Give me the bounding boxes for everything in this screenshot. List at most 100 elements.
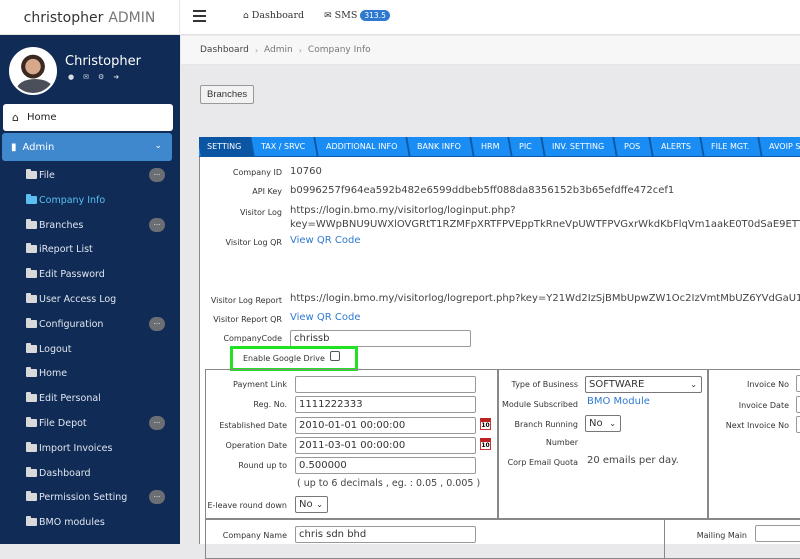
tab-label: BANK INFO bbox=[416, 142, 461, 151]
sidebar-item-edit-password[interactable]: Edit Password bbox=[0, 262, 180, 286]
company-id-label: Company ID bbox=[232, 168, 282, 177]
more-badge-icon[interactable]: ... bbox=[149, 218, 165, 232]
eleave-round-down-select[interactable]: No ⌄ bbox=[295, 496, 328, 513]
sidebar: Christopher ● ✉ ⚙ ➜ ⌂ Home ▮ Admin ⌄ Fil… bbox=[0, 35, 180, 544]
folder-open-icon bbox=[26, 417, 37, 427]
invoice-no-input[interactable] bbox=[796, 375, 800, 392]
sidebar-item-company-info[interactable]: Company Info bbox=[0, 188, 180, 212]
eleave-round-down-value: No bbox=[299, 499, 313, 510]
gear-icon[interactable]: ⚙ bbox=[98, 73, 104, 81]
invoice-date-input[interactable] bbox=[796, 396, 800, 413]
operation-date-label: Operation Date bbox=[225, 441, 287, 450]
visitor-log-url-line2: key=WWpBNU9UWXlOVGRtT1RZMFpXRTFPVEppTkRn… bbox=[290, 219, 800, 230]
sign-out-icon[interactable]: ➜ bbox=[113, 73, 119, 81]
company-name-input[interactable]: chris sdn bhd bbox=[295, 526, 476, 543]
sidebar-item-user-access-log[interactable]: User Access Log bbox=[0, 287, 180, 311]
breadcrumb-company-info: Company Info bbox=[307, 45, 371, 55]
tab-pos[interactable]: POS bbox=[614, 137, 655, 156]
sidebar-home-label: Home bbox=[26, 112, 57, 123]
sidebar-item-ireport-list[interactable]: iReport List bbox=[0, 237, 180, 261]
module-subscribed-link[interactable]: BMO Module bbox=[587, 396, 650, 407]
sidebar-item-home[interactable]: ⌂ Home bbox=[3, 104, 173, 131]
operation-date-input[interactable]: 2011-03-01 00:00:00 bbox=[295, 437, 476, 454]
tab-label: INV. SETTING bbox=[552, 142, 605, 151]
chevron-right-icon: › bbox=[298, 45, 302, 55]
visitor-report-qr-link[interactable]: View QR Code bbox=[290, 312, 361, 323]
sidebar-item-logout[interactable]: Logout bbox=[0, 337, 180, 361]
sidebar-item-file-depot[interactable]: File Depot... bbox=[0, 411, 180, 435]
sidebar-item-label: Edit Personal bbox=[39, 392, 101, 404]
number-label: Number bbox=[545, 438, 578, 447]
sidebar-item-branches[interactable]: Branches... bbox=[0, 213, 180, 237]
breadcrumb-admin[interactable]: Admin bbox=[264, 45, 293, 55]
tab-inv-setting[interactable]: INV. SETTING bbox=[542, 137, 619, 156]
reg-no-input[interactable]: 1111222333 bbox=[295, 396, 476, 413]
sidebar-item-home[interactable]: Home bbox=[0, 361, 180, 385]
folder-icon bbox=[26, 268, 37, 278]
type-of-business-label: Type of Business bbox=[511, 380, 578, 389]
visitor-log-qr-link[interactable]: View QR Code bbox=[290, 235, 361, 246]
branches-button[interactable]: Branches bbox=[200, 85, 255, 104]
tab-tax-srvc[interactable]: TAX / SRVC bbox=[251, 137, 320, 156]
sms-badge: 313.5 bbox=[360, 10, 390, 21]
folder-icon bbox=[26, 442, 37, 452]
round-up-hint: ( up to 6 decimals , eg. : 0.05 , 0.005 … bbox=[297, 478, 481, 489]
sidebar-item-file[interactable]: File... bbox=[0, 163, 180, 187]
sidebar-item-label: Branches bbox=[39, 219, 84, 231]
sidebar-item-label: Edit Password bbox=[39, 268, 105, 280]
enable-google-drive-checkbox[interactable] bbox=[330, 351, 340, 361]
brand-logo[interactable]: christopher ADMIN bbox=[0, 0, 180, 35]
type-of-business-select[interactable]: SOFTWARE ⌄ bbox=[585, 376, 702, 393]
tab-setting[interactable]: SETTING bbox=[199, 137, 255, 156]
tab-alerts[interactable]: ALERTS bbox=[650, 137, 705, 156]
more-badge-icon[interactable]: ... bbox=[149, 168, 165, 182]
tab-hrm[interactable]: HRM bbox=[471, 137, 514, 156]
api-key-value: b0996257f964ea592b482e6599ddbeb5ff088da8… bbox=[290, 185, 675, 196]
sidebar-item-admin[interactable]: ▮ Admin ⌄ bbox=[2, 133, 172, 161]
visitor-report-qr-label: Visitor Report QR bbox=[213, 315, 282, 324]
user-profile: Christopher ● ✉ ⚙ ➜ bbox=[0, 35, 180, 100]
sidebar-item-label: iReport List bbox=[39, 243, 93, 255]
sidebar-item-configuration[interactable]: Configuration... bbox=[0, 312, 180, 336]
tab-bank-info[interactable]: BANK INFO bbox=[407, 137, 475, 156]
sidebar-item-label: Configuration bbox=[39, 318, 104, 330]
breadcrumb-dashboard[interactable]: Dashboard bbox=[200, 45, 249, 55]
established-date-input[interactable]: 2010-01-01 00:00:00 bbox=[295, 417, 476, 434]
mailing-main-input[interactable] bbox=[755, 525, 800, 542]
nav-sms-link[interactable]: ✉ SMS 313.5 bbox=[324, 10, 390, 21]
folder-icon bbox=[26, 194, 37, 204]
folder-icon: ▮ bbox=[11, 141, 17, 153]
tab-pic[interactable]: PIC bbox=[509, 137, 546, 156]
tab-file-mgt[interactable]: FILE MGT. bbox=[700, 137, 763, 156]
more-badge-icon[interactable]: ... bbox=[149, 416, 165, 430]
payment-link-input[interactable] bbox=[295, 376, 476, 393]
sidebar-item-bmo-modules[interactable]: BMO modules bbox=[0, 510, 180, 534]
menu-toggle-icon[interactable] bbox=[193, 10, 206, 22]
envelope-icon[interactable]: ✉ bbox=[83, 73, 89, 81]
tab-label: PIC bbox=[519, 142, 533, 151]
envelope-icon: ✉ bbox=[324, 10, 332, 21]
tab-label: POS bbox=[624, 142, 641, 151]
sidebar-item-label: File bbox=[39, 169, 55, 181]
company-code-input[interactable]: chrissb bbox=[290, 330, 471, 347]
more-badge-icon[interactable]: ... bbox=[149, 317, 165, 331]
nav-dashboard-link[interactable]: ⌂ Dashboard bbox=[243, 10, 304, 21]
sidebar-item-permission-setting[interactable]: Permission Setting... bbox=[0, 485, 180, 509]
tab-additional-info[interactable]: ADDITIONAL INFO bbox=[315, 137, 411, 156]
tab-avoip-se[interactable]: AVOIP SE bbox=[759, 137, 800, 156]
brand-name: christopher bbox=[23, 9, 104, 26]
user-icon[interactable]: ● bbox=[68, 73, 74, 81]
next-invoice-no-input[interactable] bbox=[796, 416, 800, 433]
branch-running-select[interactable]: No ⌄ bbox=[585, 415, 621, 432]
breadcrumb: Dashboard › Admin › Company Info bbox=[181, 36, 800, 65]
calendar-icon[interactable]: 10 bbox=[480, 438, 491, 450]
sidebar-item-dashboard[interactable]: Dashboard bbox=[0, 461, 180, 485]
api-key-label: API Key bbox=[252, 187, 282, 196]
sidebar-item-import-invoices[interactable]: Import Invoices bbox=[0, 436, 180, 460]
calendar-icon[interactable]: 10 bbox=[480, 418, 491, 430]
more-badge-icon[interactable]: ... bbox=[149, 490, 165, 504]
round-up-to-input[interactable]: 0.500000 bbox=[295, 457, 476, 474]
tab-label: ADDITIONAL INFO bbox=[325, 142, 397, 151]
invoice-info-box bbox=[708, 369, 800, 519]
sidebar-item-edit-personal[interactable]: Edit Personal bbox=[0, 386, 180, 410]
